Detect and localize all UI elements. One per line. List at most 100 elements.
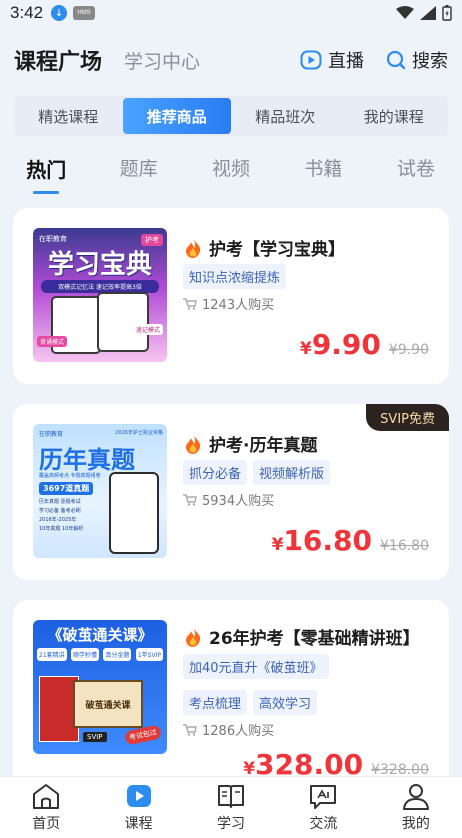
product-title-text: 护考【学习宝典】 [209,240,345,260]
cover-headline: 学习宝典 [47,250,152,280]
buyers-count: 5934人购买 [183,490,274,509]
product-tags: 知识点浓缩提炼 [183,264,433,289]
segment-my-courses[interactable]: 我的课程 [340,96,449,136]
tab-books[interactable]: 书籍 [277,148,369,194]
tab-question-bank[interactable]: 题库 [92,148,184,194]
nav-profile[interactable]: 我的 [370,777,462,838]
tab-video-label: 视频 [212,158,251,180]
cover-brand: 在职教育 [39,235,67,243]
tab-exams[interactable]: 试卷 [370,148,462,194]
course-icon [126,785,151,807]
fire-icon [186,626,201,647]
product-card[interactable]: SVIP免费 在职教育 2026年护士执业资格 历年真题 覆盖高频考点 专题真题… [13,404,449,580]
product-title-text: 护考·历年真题 [209,436,318,456]
wifi-icon [396,6,414,19]
tab-video[interactable]: 视频 [185,148,277,194]
product-tags: 加40元直升《破茧班》 [183,654,433,679]
status-bar: 3:42 ↓ HMS [0,0,462,26]
segment-premium-classes[interactable]: 精品班次 [231,96,340,136]
buyers-text: 1243人购买 [202,298,275,313]
cover-count: 3697道真题 [39,482,94,495]
nav-courses[interactable]: 课程 [92,777,184,838]
nav-community[interactable]: 交流 [277,777,369,838]
nav-community-label: 交流 [309,816,338,832]
buyers-text: 1286人购买 [202,724,275,739]
product-cover: 在职教育 2026年护士执业资格 历年真题 覆盖高频考点 专题真题组卷 3697… [33,424,167,558]
product-card[interactable]: 《破茧通关课》 21套精讲 随学秒懂 真分金题 1年SVIP 破茧通关课 SVI… [13,600,449,790]
search-label: 搜索 [412,51,448,72]
cart-icon [183,723,197,736]
product-cover: 在职教育 护考 学习宝典 双模式记忆法 速记效率提高3倍 背诵模式 速记模式 [33,228,167,362]
cover-chips: 21套精讲 随学秒懂 真分金题 1年SVIP [37,648,163,661]
cover-headline: 历年真题 [39,446,135,474]
tab-books-label: 书籍 [304,158,343,180]
product-title: 护考·历年真题 [183,431,433,456]
price-block: ¥ 9.90 ¥9.90 [300,328,429,361]
buyers-text: 5934人购买 [202,494,275,509]
phone-mockup [97,292,149,352]
price-value: 9.90 [311,328,381,361]
bottom-tab-bar: 首页 课程 学习 交流 我的 [0,776,462,838]
tab-underline [33,191,60,194]
tab-hot[interactable]: 热门 [0,148,92,194]
product-tags: 考点梳理 高效学习 [183,690,433,715]
nav-courses-label: 课程 [124,816,153,832]
product-tag: 高效学习 [253,690,318,715]
live-label: 直播 [328,51,364,72]
product-tags: 抓分必备 视频解析版 [183,460,433,485]
price-value: 16.80 [283,524,372,557]
tab-exams-label: 试卷 [396,158,435,180]
cover-line: 2016年-2025年 [39,517,77,523]
product-card[interactable]: 在职教育 护考 学习宝典 双模式记忆法 速记效率提高3倍 背诵模式 速记模式 护… [13,208,449,384]
cover-chip: 随学秒懂 [71,648,100,661]
status-time: 3:42 [10,3,44,22]
price-symbol: ¥ [299,339,312,359]
price-symbol: ¥ [271,535,284,555]
book-icon [218,785,245,808]
phone-mockup [109,472,159,554]
cover-chip: 真分金题 [103,648,132,661]
cover-lines: 历年真题 逐题考试 学习必备 备考必刷 2016年-2025年 10年真题 10… [39,498,101,534]
study-center-tab[interactable]: 学习中心 [124,47,200,74]
product-tag: 抓分必备 [183,460,248,485]
cover-svip: SVIP [83,732,107,742]
cover-chip: 21套精讲 [37,648,67,661]
page-title[interactable]: 课程广场 [14,44,102,76]
buyers-count: 1243人购买 [183,294,274,313]
content-tabs: 热门 题库 视频 书籍 试卷 [0,148,462,194]
tab-question-bank-label: 题库 [119,158,158,180]
cover-chip: 1年SVIP [135,648,163,661]
cover-box: 破茧通关课 [73,680,143,728]
nav-home[interactable]: 首页 [0,777,92,838]
cover-sub: 覆盖高频考点 专题真题组卷 [39,473,101,479]
cover-line: 10年真题 10年解析 [39,526,84,532]
cart-icon [183,297,197,310]
cover-brand: 在职教育 [39,431,64,438]
segment-recommended-products[interactable]: 推荐商品 [122,98,231,134]
category-segments: 精选课程 推荐商品 精品班次 我的课程 [14,96,448,136]
cover-badge: 背诵模式 [37,336,68,347]
cover-top-text: 2026年护士执业资格 [115,430,163,436]
live-icon [300,50,322,70]
original-price: ¥9.90 [388,342,429,358]
product-tag: 视频解析版 [253,460,331,485]
product-tag: 知识点浓缩提炼 [183,264,287,289]
nav-study-label: 学习 [217,816,246,832]
product-title: 护考【学习宝典】 [183,235,433,260]
cover-badge: 速记模式 [132,324,163,335]
nav-study[interactable]: 学习 [185,777,277,838]
product-tag: 考点梳理 [183,690,248,715]
hms-icon: HMS [73,6,96,20]
live-button[interactable]: 直播 [300,47,364,73]
signal-icon [420,6,436,20]
product-title: 26年护考【零基础精讲班】 [183,624,433,649]
search-icon [386,50,406,70]
cart-icon [183,493,197,506]
profile-icon [402,784,429,810]
battery-icon [442,5,452,21]
download-icon: ↓ [51,5,68,21]
fire-icon [186,433,201,454]
segment-featured-courses[interactable]: 精选课程 [14,96,123,136]
product-tag: 加40元直升《破茧班》 [183,654,329,679]
search-button[interactable]: 搜索 [386,47,448,73]
